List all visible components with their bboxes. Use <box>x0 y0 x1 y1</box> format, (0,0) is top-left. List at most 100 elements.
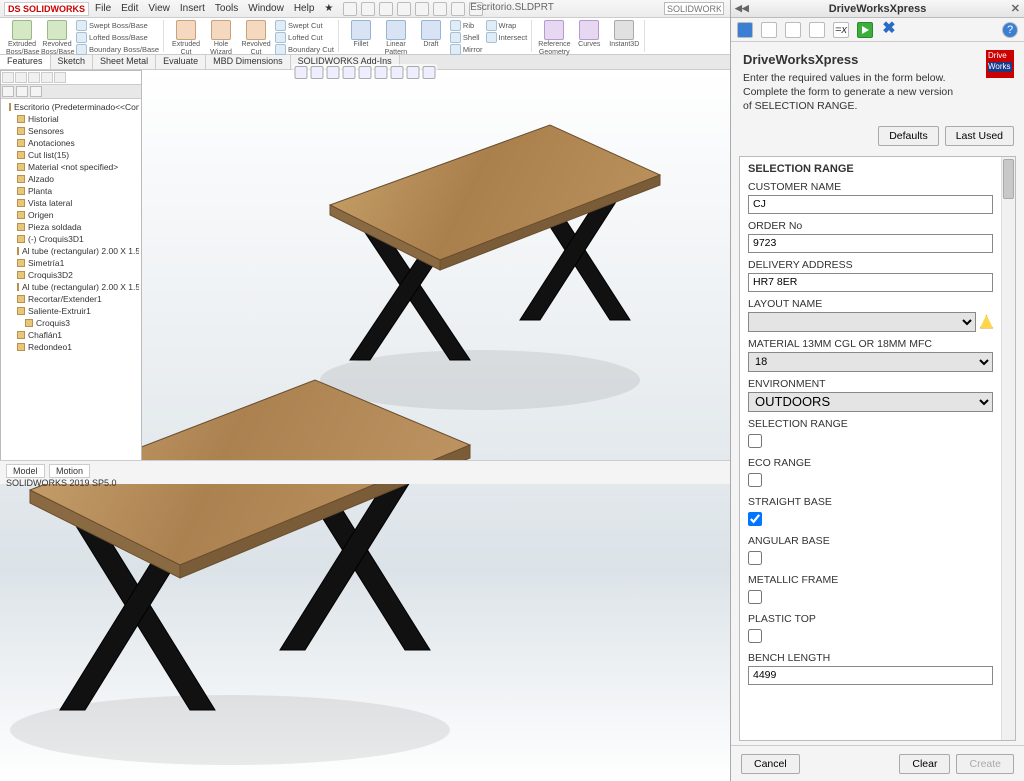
qt-open-icon[interactable] <box>361 2 375 16</box>
info-icon[interactable] <box>737 22 753 38</box>
tree-item[interactable]: Al tube (rectangular) 2.00 X 1.50 REC... <box>3 245 139 257</box>
revolved-boss-button[interactable]: Revolved Boss/Base <box>41 20 73 56</box>
qt-undo-icon[interactable] <box>415 2 429 16</box>
vt-scene-icon[interactable] <box>391 66 404 79</box>
tree-item[interactable]: Simetría1 <box>3 257 139 269</box>
tab-features[interactable]: Features <box>0 55 51 69</box>
tree-item[interactable]: Croquis3D2 <box>3 269 139 281</box>
tree-item[interactable]: Pieza soldada <box>3 221 139 233</box>
eco-range-check[interactable] <box>748 473 762 487</box>
dwx-form-icon[interactable] <box>785 22 801 38</box>
linear-pattern-button[interactable]: Linear Pattern <box>380 20 412 56</box>
menu-insert[interactable]: Insert <box>180 3 205 14</box>
vt-pan-icon[interactable] <box>311 66 324 79</box>
tree-item[interactable]: Material <not specified> <box>3 161 139 173</box>
tree-tab-3[interactable] <box>30 86 42 97</box>
customer-name-input[interactable] <box>748 195 993 214</box>
tree-ico-4[interactable] <box>41 72 53 83</box>
dwx-x-icon[interactable]: ✖ <box>881 22 897 38</box>
boundary-boss-button[interactable]: Boundary Boss/Base <box>76 44 159 55</box>
tree-ico-3[interactable] <box>28 72 40 83</box>
tree-root[interactable]: Escritorio (Predeterminado<<Como mec... <box>3 101 139 113</box>
shell-button[interactable]: Shell <box>450 32 483 43</box>
vt-hide-icon[interactable] <box>359 66 372 79</box>
run-button[interactable] <box>857 22 873 38</box>
tree-item[interactable]: Historial <box>3 113 139 125</box>
defaults-button[interactable]: Defaults <box>878 126 939 146</box>
search-input[interactable] <box>664 2 724 15</box>
menu-window[interactable]: Window <box>248 3 284 14</box>
tree-item[interactable]: Chaflán1 <box>3 329 139 341</box>
form-scrollbar[interactable] <box>1001 157 1015 740</box>
menu-file[interactable]: File <box>95 3 111 14</box>
delivery-input[interactable] <box>748 273 993 292</box>
clear-button[interactable]: Clear <box>899 754 950 774</box>
tab-sketch[interactable]: Sketch <box>51 55 94 69</box>
tree-item[interactable]: Cut list(15) <box>3 149 139 161</box>
dwx-db-icon[interactable] <box>761 22 777 38</box>
tree-item[interactable]: Al tube (rectangular) 2.00 X 1.50 REC... <box>3 281 139 293</box>
ref-geometry-button[interactable]: Reference Geometry <box>538 20 570 56</box>
instant3d-button[interactable]: Instant3D <box>608 20 640 49</box>
vt-display-icon[interactable] <box>343 66 356 79</box>
tree-item[interactable]: Croquis3 <box>3 317 139 329</box>
wrap-button[interactable]: Wrap <box>486 20 528 31</box>
vt-view-icon[interactable] <box>407 66 420 79</box>
scroll-thumb[interactable] <box>1003 159 1014 199</box>
qt-rebuild-icon[interactable] <box>433 2 447 16</box>
menu-tools[interactable]: Tools <box>215 3 238 14</box>
environment-select[interactable]: OUTDOORS <box>748 392 993 412</box>
tree-tab-2[interactable] <box>16 86 28 97</box>
last-used-button[interactable]: Last Used <box>945 126 1014 146</box>
hole-wizard-button[interactable]: Hole Wizard <box>205 20 237 56</box>
close-pane-icon[interactable]: ✕ <box>1011 2 1020 15</box>
rib-button[interactable]: Rib <box>450 20 483 31</box>
vt-appearance-icon[interactable] <box>375 66 388 79</box>
tree-item[interactable]: Redondeo1 <box>3 341 139 353</box>
tree-item[interactable]: Vista lateral <box>3 197 139 209</box>
layout-select[interactable] <box>748 312 976 332</box>
feature-tree[interactable]: Escritorio (Predeterminado<<Como mec... … <box>0 70 142 470</box>
menu-view[interactable]: View <box>148 3 170 14</box>
tree-item[interactable]: Sensores <box>3 125 139 137</box>
qt-print-icon[interactable] <box>397 2 411 16</box>
mirror-button[interactable]: Mirror <box>450 44 483 55</box>
bench-length-input[interactable] <box>748 666 993 685</box>
qt-new-icon[interactable] <box>343 2 357 16</box>
swept-boss-button[interactable]: Swept Boss/Base <box>76 20 159 31</box>
order-no-input[interactable] <box>748 234 993 253</box>
tree-item[interactable]: Recortar/Extender1 <box>3 293 139 305</box>
menu-star-icon[interactable]: ★ <box>324 3 333 14</box>
extruded-boss-button[interactable]: Extruded Boss/Base <box>6 20 38 56</box>
extruded-cut-button[interactable]: Extruded Cut <box>170 20 202 56</box>
menu-help[interactable]: Help <box>294 3 315 14</box>
tree-ico-1[interactable] <box>2 72 14 83</box>
tree-item[interactable]: Saliente-Extruir1 <box>3 305 139 317</box>
metallic-frame-check[interactable] <box>748 590 762 604</box>
revolved-cut-button[interactable]: Revolved Cut <box>240 20 272 56</box>
qt-options-icon[interactable] <box>451 2 465 16</box>
selection-range-check[interactable] <box>748 434 762 448</box>
tree-item[interactable]: Origen <box>3 209 139 221</box>
tree-tab-1[interactable] <box>2 86 14 97</box>
draft-button[interactable]: Draft <box>415 20 447 49</box>
tree-item[interactable]: (-) Croquis3D1 <box>3 233 139 245</box>
tree-ico-2[interactable] <box>15 72 27 83</box>
vt-zoom-icon[interactable] <box>295 66 308 79</box>
tab-sheetmetal[interactable]: Sheet Metal <box>93 55 156 69</box>
dwx-rule-icon[interactable] <box>809 22 825 38</box>
material-select[interactable]: 18 <box>748 352 993 372</box>
swept-cut-button[interactable]: Swept Cut <box>275 20 334 31</box>
angular-base-check[interactable] <box>748 551 762 565</box>
tab-mbd[interactable]: MBD Dimensions <box>206 55 291 69</box>
tab-evaluate[interactable]: Evaluate <box>156 55 206 69</box>
qt-save-icon[interactable] <box>379 2 393 16</box>
straight-base-check[interactable] <box>748 512 762 526</box>
help-icon[interactable]: ? <box>1002 22 1018 38</box>
menu-edit[interactable]: Edit <box>121 3 138 14</box>
status-tab-model[interactable]: Model <box>6 464 45 478</box>
plastic-top-check[interactable] <box>748 629 762 643</box>
cancel-button[interactable]: Cancel <box>741 754 800 774</box>
lofted-cut-button[interactable]: Lofted Cut <box>275 32 334 43</box>
create-button[interactable]: Create <box>956 754 1014 774</box>
